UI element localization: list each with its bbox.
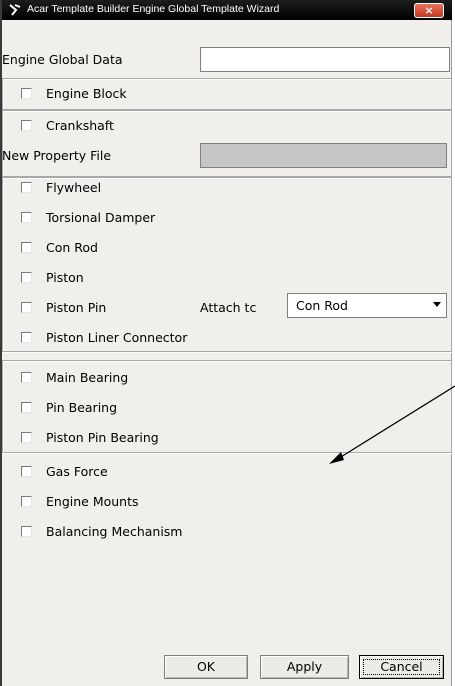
arrowhead-icon <box>329 452 344 464</box>
annotation-arrow <box>329 385 455 464</box>
